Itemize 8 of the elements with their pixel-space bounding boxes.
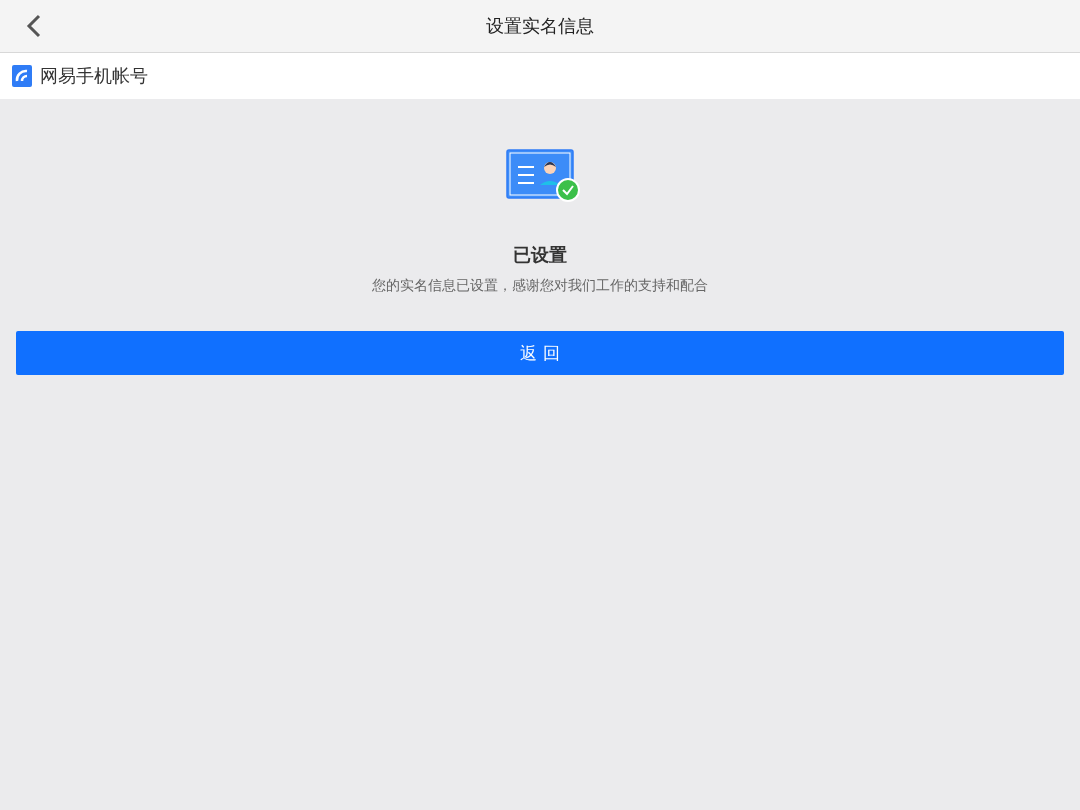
brand-logo-icon <box>12 65 32 87</box>
id-card-check-icon <box>506 149 582 205</box>
return-button[interactable]: 返 回 <box>16 331 1064 375</box>
page-title: 设置实名信息 <box>485 14 595 38</box>
result-title: 已设置 <box>513 243 567 267</box>
back-chevron-icon <box>26 14 42 38</box>
result-message: 您的实名信息已设置，感谢您对我们工作的支持和配合 <box>372 277 708 295</box>
brand-name: 网易手机帐号 <box>40 64 148 88</box>
